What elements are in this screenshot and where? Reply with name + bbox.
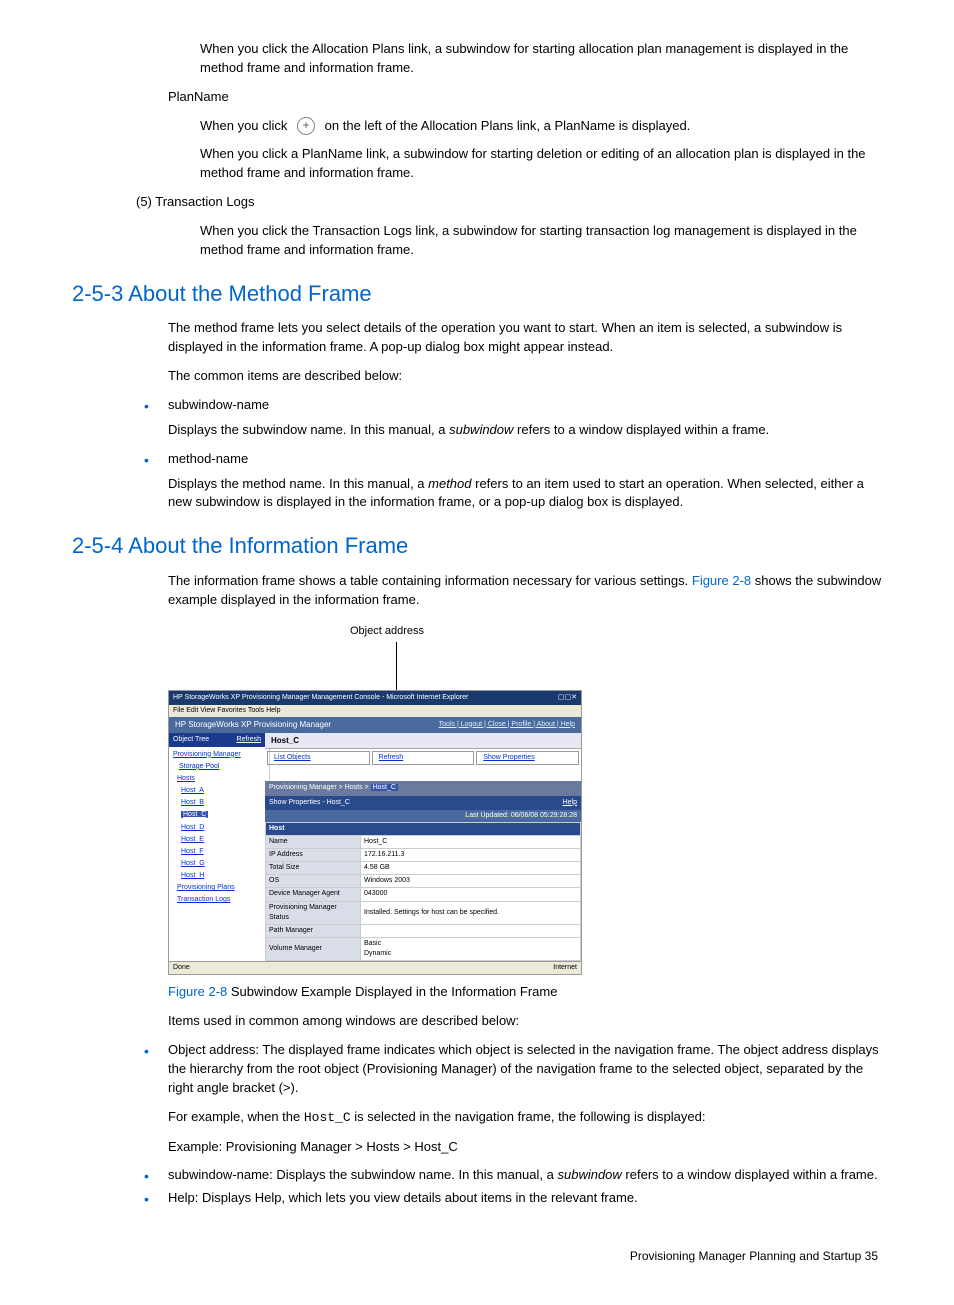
heading-254: 2-5-4 About the Information Frame: [72, 530, 882, 562]
action-refresh[interactable]: Refresh: [372, 751, 475, 765]
status-left: Done: [173, 963, 190, 973]
arrow-line: [396, 642, 397, 690]
text: Object address: The displayed frame indi…: [168, 1042, 879, 1095]
figure-number: Figure 2-8: [168, 984, 227, 999]
tree-provisioning-plans[interactable]: Provisioning Plans: [171, 882, 267, 894]
subwindow-header: Show Properties - Host_C Help: [265, 796, 581, 810]
text: on the left of the Allocation Plans link…: [325, 118, 691, 133]
paragraph: Items used in common among windows are d…: [168, 1012, 882, 1031]
menubar: File Edit View Favorites Tools Help: [169, 705, 581, 717]
text: The information frame shows a table cont…: [168, 573, 692, 588]
properties-table: HostNameHost_CIP Address172.16.211.3Tota…: [265, 822, 581, 962]
paragraph: The common items are described below:: [168, 367, 882, 386]
tree-header: Object Tree Refresh: [169, 733, 265, 747]
text: is selected in the navigation frame, the…: [351, 1109, 706, 1124]
figure-caption: Figure 2-8 Subwindow Example Displayed i…: [168, 983, 882, 1002]
text: refers to a window displayed within a fr…: [513, 422, 769, 437]
heading-253: 2-5-3 About the Method Frame: [72, 278, 882, 310]
tree-host[interactable]: Host_H: [171, 870, 267, 882]
list-item: Help: Displays Help, which lets you view…: [132, 1189, 882, 1208]
object-address-label: Object address: [350, 624, 882, 640]
subwindow-title: Show Properties - Host_C: [269, 798, 350, 808]
transaction-logs-label: (5) Transaction Logs: [136, 193, 882, 212]
tree-host-selected[interactable]: Host_C: [171, 809, 267, 821]
figure-2-8: Object address HP StorageWorks XP Provis…: [168, 624, 882, 976]
tree-host[interactable]: Host_B: [171, 797, 267, 809]
app-title: HP StorageWorks XP Provisioning Manager: [175, 719, 331, 731]
paragraph: The information frame shows a table cont…: [168, 572, 882, 610]
list-item: subwindow-name: Displays the subwindow n…: [132, 1166, 882, 1185]
tree-storage-pool[interactable]: Storage Pool: [171, 761, 267, 773]
figure-link[interactable]: Figure 2-8: [692, 573, 751, 588]
header-links[interactable]: Tools | Logout | Close | Profile | About…: [439, 720, 575, 730]
action-show-properties[interactable]: Show Properties: [476, 751, 579, 765]
paragraph: The method frame lets you select details…: [168, 319, 882, 357]
tree-host[interactable]: Host_D: [171, 822, 267, 834]
italic: subwindow: [557, 1167, 621, 1182]
page-footer: Provisioning Manager Planning and Startu…: [72, 1248, 882, 1265]
crumb-path: Provisioning Manager > Hosts >: [269, 784, 371, 791]
breadcrumb: Provisioning Manager > Hosts > Host_C: [265, 781, 581, 795]
list-item: subwindow-name Displays the subwindow na…: [132, 396, 882, 440]
term: method-name: [168, 451, 248, 466]
list-item: method-name Displays the method name. In…: [132, 450, 882, 513]
paragraph: When you click the Allocation Plans link…: [200, 40, 882, 78]
action-list-objects[interactable]: List Objects: [267, 751, 370, 765]
crumb-selected: Host_C: [371, 784, 398, 791]
app-header: HP StorageWorks XP Provisioning Manager …: [169, 717, 581, 733]
object-tree: Provisioning Manager Storage Pool Hosts …: [169, 747, 270, 909]
list-item: Object address: The displayed frame indi…: [132, 1041, 882, 1156]
text: For example, when the: [168, 1109, 304, 1124]
italic: subwindow: [449, 422, 513, 437]
last-updated: Last Updated: 06/06/08 05:29:28:28: [265, 810, 581, 822]
text: subwindow-name: Displays the subwindow n…: [168, 1167, 557, 1182]
tree-host[interactable]: Host_A: [171, 785, 267, 797]
term: subwindow-name: [168, 397, 269, 412]
titlebar: HP StorageWorks XP Provisioning Manager …: [169, 691, 581, 705]
statusbar: Done Internet: [169, 961, 581, 974]
tree-hosts[interactable]: Hosts: [171, 773, 267, 785]
tree-transaction-logs[interactable]: Transaction Logs: [171, 894, 267, 906]
screenshot-window: HP StorageWorks XP Provisioning Manager …: [168, 690, 582, 976]
figure-caption-text: Subwindow Example Displayed in the Infor…: [227, 984, 557, 999]
text: Displays the method name. In this manual…: [168, 476, 428, 491]
status-right: Internet: [553, 963, 577, 973]
paragraph: When you click + on the left of the Allo…: [200, 117, 882, 136]
main-tab: Host_C: [265, 733, 581, 750]
italic: method: [428, 476, 471, 491]
tree-host[interactable]: Host_G: [171, 858, 267, 870]
example-text: Example: Provisioning Manager > Hosts > …: [168, 1138, 882, 1157]
plus-icon: +: [297, 117, 315, 135]
tree-host[interactable]: Host_F: [171, 846, 267, 858]
code: Host_C: [304, 1110, 351, 1125]
help-link[interactable]: Help: [563, 798, 577, 808]
paragraph: When you click a PlanName link, a subwin…: [200, 145, 882, 183]
tree-refresh[interactable]: Refresh: [236, 735, 261, 745]
tree-title: Object Tree: [173, 735, 209, 745]
tree-root[interactable]: Provisioning Manager: [171, 749, 267, 761]
planname-label: PlanName: [168, 88, 882, 107]
text: When you click: [200, 118, 287, 133]
window-title: HP StorageWorks XP Provisioning Manager …: [173, 693, 468, 703]
text: Displays the subwindow name. In this man…: [168, 422, 449, 437]
paragraph: When you click the Transaction Logs link…: [200, 222, 882, 260]
text: refers to a window displayed within a fr…: [622, 1167, 878, 1182]
tree-host[interactable]: Host_E: [171, 834, 267, 846]
window-controls: ▢▢✕: [558, 693, 577, 703]
